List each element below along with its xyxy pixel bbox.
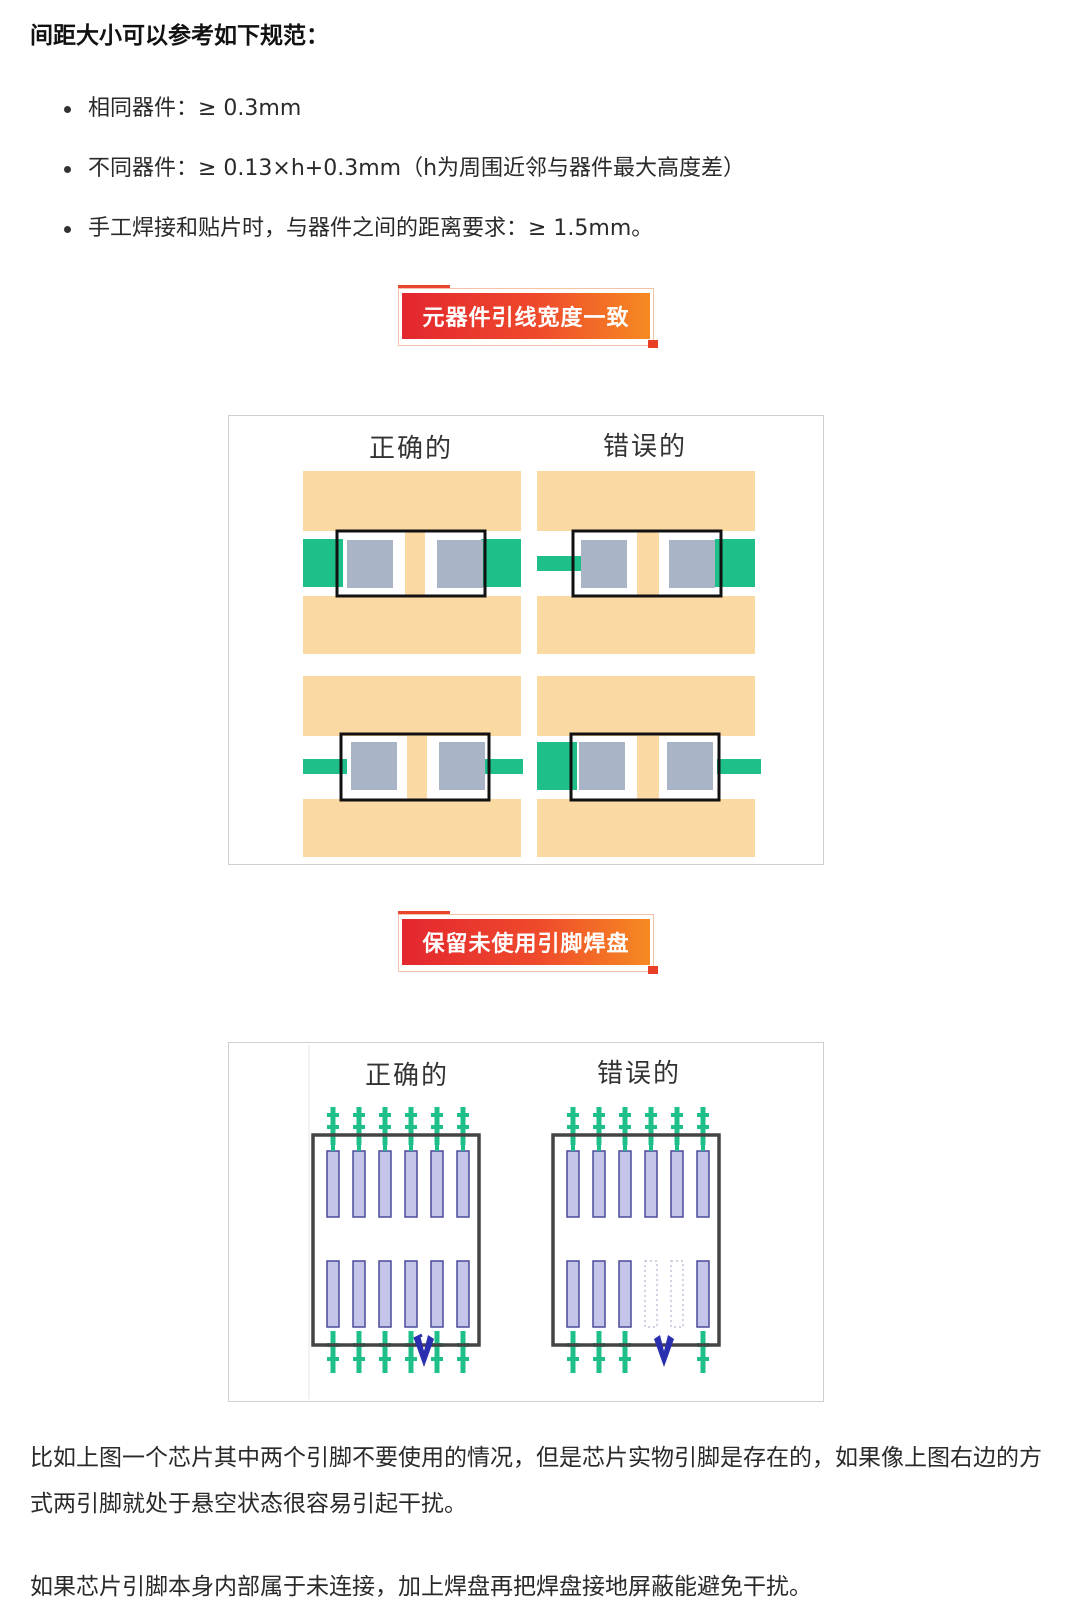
chip-pad-bottom [566, 1260, 580, 1328]
pin-trace-bottom [622, 1331, 628, 1373]
figure-lead-width: 正确的 错误的 [228, 415, 824, 865]
chip-pad-top [670, 1150, 684, 1218]
rule-different-components: 不同器件：≥ 0.13×h+0.3mm（h为周围近邻与器件最大高度差） [62, 150, 745, 210]
pin-trace-bottom [356, 1331, 362, 1373]
diagram-wrong-unequal-narrow [537, 676, 761, 857]
trace-dash [671, 1125, 683, 1129]
banner-title: 元器件引线宽度一致 [402, 293, 650, 339]
chip-pad-bottom [592, 1260, 606, 1328]
pin-trace-bottom [408, 1331, 414, 1373]
trace-dash [353, 1357, 365, 1361]
pin-trace-bottom [596, 1331, 602, 1373]
trace-dash [567, 1113, 579, 1117]
trace-dash [619, 1357, 631, 1361]
unused-pin-pair [414, 1335, 434, 1367]
chip-pad-top [456, 1150, 470, 1218]
trace-dash [567, 1125, 579, 1129]
trace-dash [405, 1357, 417, 1361]
chip-pad-bottom [456, 1260, 470, 1328]
lead-width-diagram [303, 471, 761, 857]
rule-same-components: 相同器件：≥ 0.3mm [62, 90, 745, 150]
chip-pad-top [378, 1150, 392, 1218]
trace-dash [457, 1125, 469, 1129]
trace-dash [353, 1113, 365, 1117]
chip-pad-bottom [352, 1260, 366, 1328]
pin-trace-bottom [330, 1331, 336, 1373]
trace-dash [405, 1113, 417, 1117]
trace-dash [671, 1113, 683, 1117]
diagram-correct-equal-wide [303, 471, 521, 654]
section-banner-lead-width: 元器件引线宽度一致 [398, 285, 660, 348]
chip-pad-bottom [378, 1260, 392, 1328]
trace-dash [327, 1357, 339, 1361]
banner-title: 保留未使用引脚焊盘 [402, 919, 650, 965]
trace-dash [645, 1125, 657, 1129]
trace-dash [619, 1125, 631, 1129]
spacing-rules-list: 相同器件：≥ 0.3mm 不同器件：≥ 0.13×h+0.3mm（h为周围近邻与… [62, 90, 745, 270]
trace-dash [405, 1125, 417, 1129]
chip-pad-top [352, 1150, 366, 1218]
banner-corner [648, 340, 658, 348]
trace-dash [327, 1125, 339, 1129]
trace-dash [567, 1357, 579, 1361]
chip-pad-bottom [326, 1260, 340, 1328]
trace-dash [593, 1113, 605, 1117]
trace-dash [457, 1357, 469, 1361]
chip-pin-diagram [308, 1045, 721, 1399]
chip-pad-bottom [404, 1260, 418, 1328]
trace-dash [379, 1113, 391, 1117]
section-heading: 间距大小可以参考如下规范： [30, 23, 329, 49]
banner-corner [648, 966, 658, 974]
figure-unused-pins: 正确的 错误的 [228, 1042, 824, 1402]
trace-dash [379, 1125, 391, 1129]
pin-trace-bottom [382, 1331, 388, 1373]
pin-trace-bottom [700, 1331, 706, 1373]
pin-trace-bottom [434, 1331, 440, 1373]
trace-dash [645, 1113, 657, 1117]
chip-pad-top [696, 1150, 710, 1218]
trace-dash [379, 1357, 391, 1361]
chip-pad-top [644, 1150, 658, 1218]
chip-pad-top [592, 1150, 606, 1218]
missing-pad [670, 1260, 684, 1328]
trace-dash [697, 1113, 709, 1117]
trace-dash [431, 1357, 443, 1361]
chip-pad-bottom [430, 1260, 444, 1328]
chip-pad-top [326, 1150, 340, 1218]
unused-pin-pair [654, 1335, 674, 1367]
diagram-wrong-unequal-wide [537, 471, 755, 654]
section-banner-unused-pins: 保留未使用引脚焊盘 [398, 911, 660, 974]
trace-dash [619, 1113, 631, 1117]
paragraph-solution: 如果芯片引脚本身内部属于未连接，加上焊盘再把焊盘接地屏蔽能避免干扰。 [30, 1574, 812, 1600]
missing-pad [644, 1260, 658, 1328]
trace-dash [431, 1113, 443, 1117]
paragraph-explanation: 比如上图一个芯片其中两个引脚不要使用的情况，但是芯片实物引脚是存在的，如果像上图… [30, 1445, 1042, 1517]
chip-pad-bottom [696, 1260, 710, 1328]
chip-pad-top [618, 1150, 632, 1218]
trace-dash [593, 1125, 605, 1129]
pin-trace-bottom [460, 1331, 466, 1373]
trace-dash [697, 1357, 709, 1361]
trace-dash [353, 1125, 365, 1129]
trace-dash [327, 1113, 339, 1117]
trace-dash [431, 1125, 443, 1129]
trace-dash [593, 1357, 605, 1361]
chip-pad-top [566, 1150, 580, 1218]
rule-manual-soldering: 手工焊接和贴片时，与器件之间的距离要求：≥ 1.5mm。 [62, 210, 745, 270]
trace-dash [457, 1113, 469, 1117]
trace-dash [697, 1125, 709, 1129]
pin-trace-bottom [570, 1331, 576, 1373]
chip-pad-top [404, 1150, 418, 1218]
diagram-correct-equal-narrow [303, 676, 523, 857]
chip-pad-top [430, 1150, 444, 1218]
chip-pad-bottom [618, 1260, 632, 1328]
